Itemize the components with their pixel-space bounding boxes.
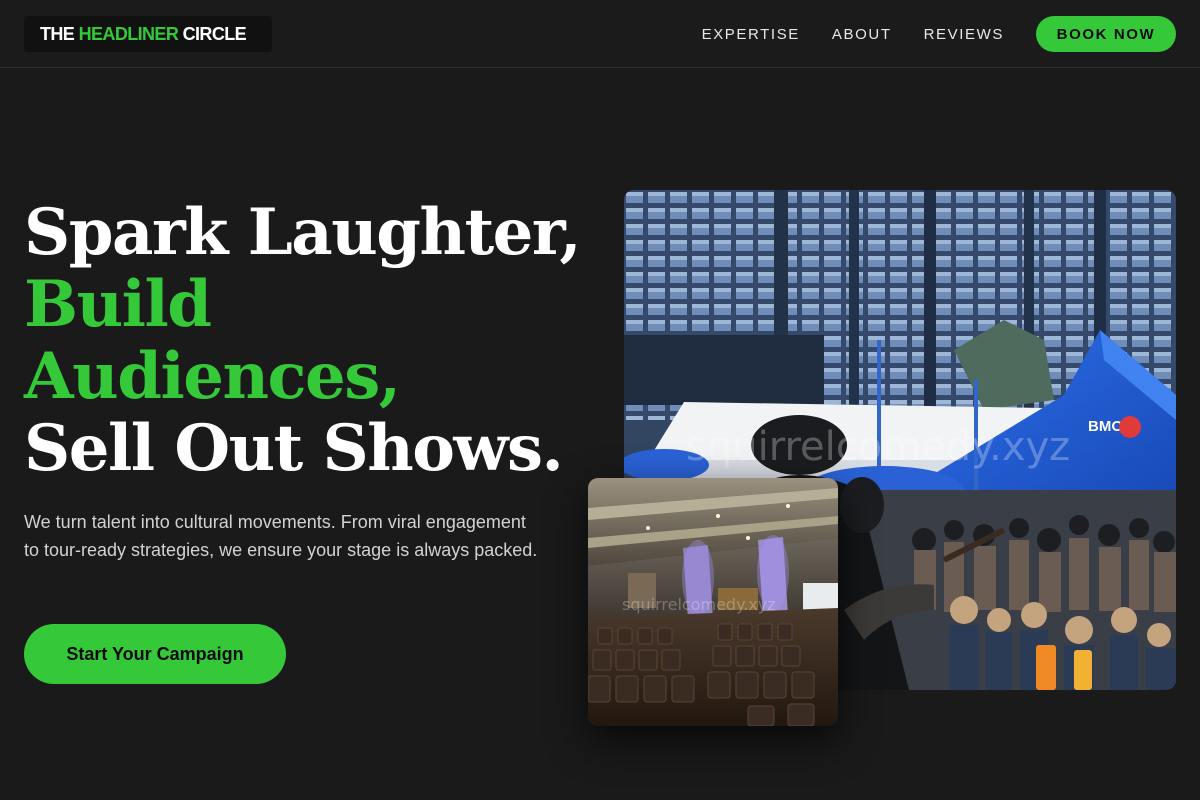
site-header: THE HEADLINER CIRCLE EXPERTISE ABOUT REV… — [0, 0, 1200, 68]
nav-link-reviews[interactable]: REVIEWS — [924, 26, 1004, 43]
start-campaign-button[interactable]: Start Your Campaign — [24, 624, 286, 684]
conference-hall-illustration: squirrelcomedy.xyz — [588, 478, 838, 726]
main-photo-watermark: squirrelcomedy.xyz — [686, 424, 1070, 470]
book-now-button[interactable]: BOOK NOW — [1036, 16, 1176, 52]
logo-prefix: THE — [40, 23, 79, 44]
hero-title-line-1: Spark Laughter, — [24, 195, 582, 270]
hero-description: We turn talent into cultural movements. … — [24, 512, 538, 560]
conference-hall-photo: squirrelcomedy.xyz — [588, 478, 838, 726]
hero-title-line-3: Audiences, — [24, 339, 401, 414]
small-photo-watermark: squirrelcomedy.xyz — [622, 595, 776, 614]
nav-link-expertise[interactable]: EXPERTISE — [702, 26, 800, 43]
hero-title: Spark Laughter, Build Audiences, Sell Ou… — [24, 197, 604, 485]
main-nav: EXPERTISE ABOUT REVIEWS BOOK NOW — [702, 16, 1176, 52]
tent-banner-text: BMO — [1088, 418, 1123, 435]
brand-logo[interactable]: THE HEADLINER CIRCLE — [24, 16, 272, 52]
logo-suffix: CIRCLE — [178, 23, 247, 44]
nav-link-about[interactable]: ABOUT — [832, 26, 892, 43]
logo-accent: HEADLINER — [78, 23, 179, 44]
hero-title-line-4: Sell Out Shows. — [24, 411, 564, 486]
hero-title-line-2: Build — [24, 267, 212, 342]
